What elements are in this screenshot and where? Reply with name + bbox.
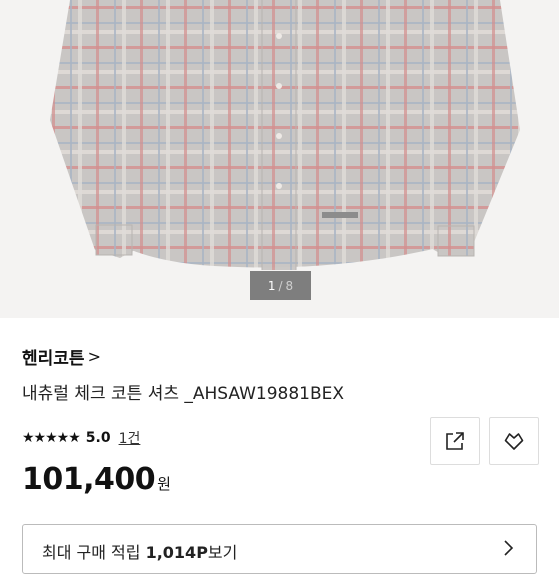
brand-link[interactable]: 헨리코튼 >	[22, 344, 101, 369]
image-counter-separator: /	[278, 278, 283, 293]
brand-name: 헨리코튼	[22, 349, 85, 369]
price-currency: 원	[157, 475, 171, 493]
review-count-link[interactable]: 1건	[119, 428, 141, 448]
heart-icon	[504, 433, 524, 450]
share-button[interactable]	[430, 417, 480, 465]
wishlist-button[interactable]	[489, 417, 539, 465]
points-suffix: 보기	[207, 543, 238, 562]
image-counter-total: 8	[285, 278, 294, 293]
rating-row: ★★★★★ 5.0 1건	[22, 428, 140, 448]
points-amount: 1,014P	[145, 543, 208, 562]
product-title: 내츄럴 체크 코튼 셔츠 _AHSAW19881BEX	[22, 384, 345, 404]
share-icon	[446, 432, 464, 450]
chevron-right-icon: >	[87, 347, 101, 366]
points-prefix: 최대 구매 적립	[42, 543, 146, 562]
product-image-gallery[interactable]: 1 / 8	[0, 0, 559, 318]
price: 101,400 원	[22, 462, 171, 497]
price-value: 101,400	[22, 462, 156, 497]
points-info-button[interactable]: 최대 구매 적립 1,014P보기	[22, 524, 537, 574]
image-counter: 1 / 8	[250, 271, 311, 300]
image-counter-current: 1	[267, 278, 276, 293]
rating-score: 5.0	[85, 430, 111, 446]
points-text: 최대 구매 적립 1,014P보기	[42, 539, 237, 563]
star-rating-icon: ★★★★★	[22, 430, 81, 446]
chevron-right-icon	[504, 540, 514, 556]
